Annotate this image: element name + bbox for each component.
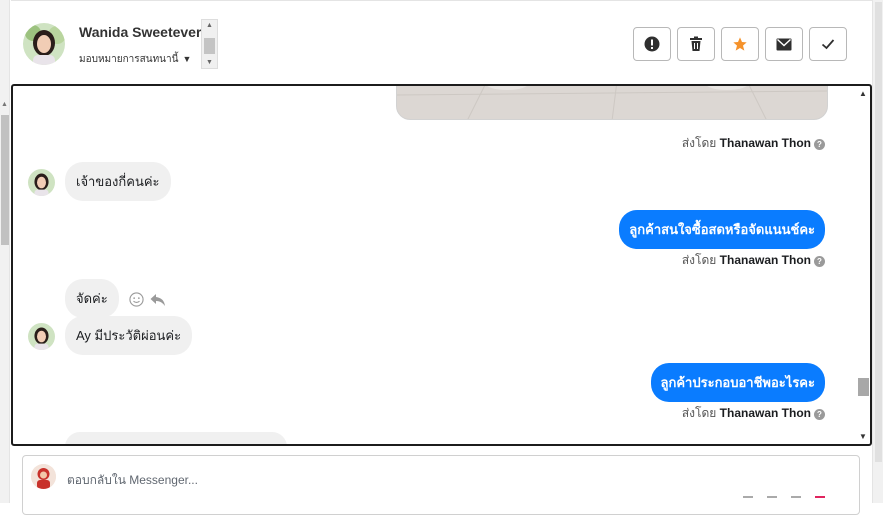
sent-by-prefix: ส่งโดย <box>681 253 717 267</box>
scrollbar-thumb[interactable] <box>1 115 9 245</box>
incoming-message[interactable]: เจ้าของกี่คนค่ะ <box>65 162 171 201</box>
sent-by-prefix: ส่งโดย <box>681 406 717 420</box>
assign-scrollbar[interactable]: ▲ ▼ <box>201 19 218 69</box>
sent-by-label: ส่งโดย Thanawan Thon? <box>682 404 825 423</box>
assign-conversation-dropdown[interactable]: มอบหมายการสนทนานี้ ▼ <box>79 52 191 67</box>
assign-label: มอบหมายการสนทนานี้ <box>79 54 179 65</box>
sender-name: Thanawan Thon <box>719 136 811 150</box>
caret-down-icon: ▼ <box>182 54 192 64</box>
conversation-actions <box>633 27 847 61</box>
outgoing-message[interactable]: ลูกค้าประกอบอาชีพอะไรคะ <box>650 363 825 402</box>
sent-by-label: ส่งโดย Thanawan Thon? <box>682 251 825 270</box>
contact-avatar-small[interactable] <box>28 169 55 196</box>
mark-unread-button[interactable] <box>765 27 803 61</box>
message-reactions <box>129 292 166 307</box>
sent-by-prefix: ส่งโดย <box>681 136 717 150</box>
outgoing-message[interactable]: ลูกค้าสนใจซื้อสดหรือจัดแนนช์คะ <box>619 210 825 249</box>
emoji-icon[interactable] <box>791 496 801 502</box>
star-icon <box>733 37 747 51</box>
delete-button[interactable] <box>677 27 715 61</box>
help-icon[interactable]: ? <box>814 256 825 267</box>
incoming-message-partial[interactable] <box>65 432 287 444</box>
help-icon[interactable]: ? <box>814 139 825 150</box>
incoming-message[interactable]: จัดค่ะ <box>65 279 119 318</box>
scroll-down-arrow-icon[interactable]: ▼ <box>859 432 867 441</box>
image-icon[interactable] <box>767 496 777 502</box>
sender-name: Thanawan Thon <box>719 406 811 420</box>
composer-tools <box>743 496 825 502</box>
help-icon[interactable]: ? <box>814 409 825 420</box>
page-avatar <box>31 464 56 489</box>
contact-avatar-small[interactable] <box>28 323 55 350</box>
message-thread[interactable]: ส่งโดย Thanawan Thon? เจ้าของกี่คนค่ะ ลู… <box>11 84 872 446</box>
scroll-up-arrow-icon[interactable]: ▲ <box>206 22 213 29</box>
scroll-up-arrow-icon[interactable]: ▲ <box>1 101 8 108</box>
report-button[interactable] <box>633 27 671 61</box>
scroll-up-arrow-icon[interactable]: ▲ <box>859 89 867 98</box>
conversation-header: Wanida Sweetever มอบหมายการสนทนานี้ ▼ ▲ ▼ <box>11 0 872 84</box>
page-scrollbar-left[interactable]: ▲ <box>0 0 10 503</box>
sender-name: Thanawan Thon <box>719 253 811 267</box>
mail-icon <box>776 38 792 50</box>
like-icon[interactable] <box>815 496 825 502</box>
star-button[interactable] <box>721 27 759 61</box>
report-icon <box>644 36 660 52</box>
scrollbar-thumb[interactable] <box>875 2 882 462</box>
incoming-message[interactable]: Ay มีประวัติผ่อนค่ะ <box>65 316 193 355</box>
shared-photo[interactable] <box>396 86 828 120</box>
thread-scrollbar[interactable]: ▲ ▼ <box>857 88 869 442</box>
contact-name: Wanida Sweetever <box>79 24 202 40</box>
reply-input[interactable]: ตอบกลับใน Messenger... <box>67 471 198 490</box>
mark-done-button[interactable] <box>809 27 847 61</box>
scrollbar-thumb[interactable] <box>858 378 869 396</box>
page-scrollbar-right[interactable] <box>872 0 883 503</box>
check-icon <box>821 39 835 50</box>
scroll-down-arrow-icon[interactable]: ▼ <box>206 59 213 66</box>
contact-avatar[interactable] <box>23 23 65 65</box>
attachment-icon[interactable] <box>743 496 753 502</box>
sent-by-label: ส่งโดย Thanawan Thon? <box>682 134 825 153</box>
trash-icon <box>690 36 702 51</box>
reply-arrow-icon[interactable] <box>150 293 166 307</box>
reply-composer[interactable]: ตอบกลับใน Messenger... <box>22 455 860 515</box>
smiley-icon[interactable] <box>129 292 144 307</box>
scrollbar-thumb[interactable] <box>204 38 215 54</box>
